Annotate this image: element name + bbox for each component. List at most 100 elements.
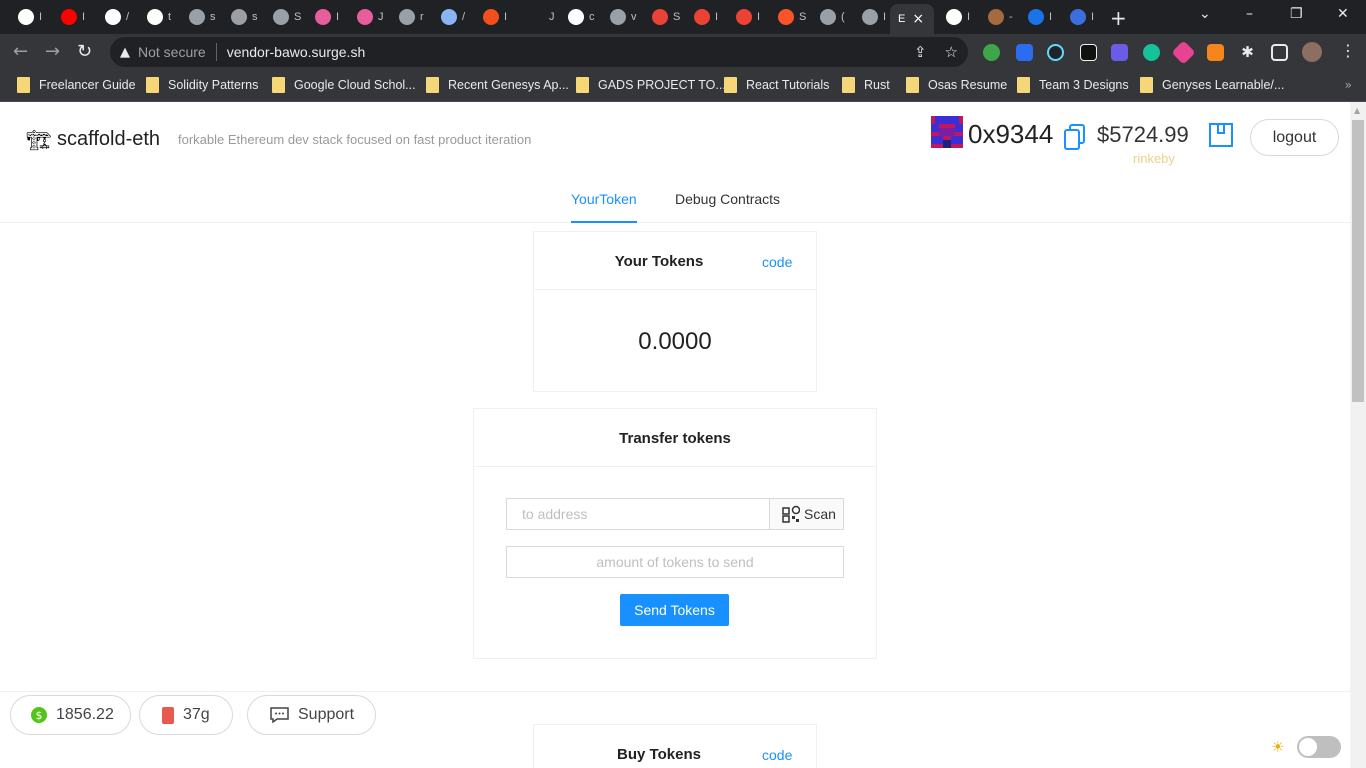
bookmark-item[interactable]: GADS PROJECT TO...	[576, 77, 726, 93]
tab-title: S	[673, 11, 681, 23]
browser-tab[interactable]: I	[854, 4, 886, 30]
browser-tab[interactable]: S	[770, 4, 806, 30]
gas-price-pill[interactable]: 37g	[139, 695, 233, 735]
browser-tab[interactable]: S	[265, 4, 301, 30]
globe-icon	[18, 9, 34, 25]
browser-tab[interactable]: S	[644, 4, 680, 30]
bookmark-item[interactable]: Solidity Patterns	[146, 77, 258, 93]
extension-green-icon[interactable]	[983, 44, 1000, 61]
scan-button[interactable]: Scan	[769, 498, 844, 530]
tab-title: I	[504, 11, 508, 23]
bookmark-item[interactable]: Genyses Learnable/...	[1140, 77, 1284, 93]
browser-tab[interactable]: s	[223, 4, 258, 30]
extensions-puzzle-icon[interactable]: ✱	[1239, 44, 1256, 61]
profile-avatar[interactable]	[1302, 42, 1322, 62]
support-button[interactable]: Support	[247, 695, 376, 735]
chrome-menu-icon[interactable]: ⋮	[1340, 41, 1356, 60]
bookmark-item[interactable]: Recent Genesys Ap...	[426, 77, 569, 93]
bookmark-item[interactable]: Freelancer Guide	[17, 77, 136, 93]
browser-tab[interactable]: I	[686, 4, 718, 30]
react-devtools-icon[interactable]	[1047, 44, 1064, 61]
page-scrollbar[interactable]: ▲	[1350, 102, 1366, 768]
tab-search-icon[interactable]: ⌄	[1199, 6, 1211, 22]
url-text[interactable]: vendor-bawo.surge.sh	[227, 44, 366, 60]
side-panel-icon[interactable]	[1271, 44, 1288, 61]
not-secure-label[interactable]: Not secure	[138, 44, 206, 60]
new-tab-button[interactable]: +	[1110, 6, 1127, 30]
folder-icon	[1017, 77, 1030, 93]
browser-tab[interactable]: c	[560, 4, 595, 30]
browser-tab[interactable]: t	[139, 4, 171, 30]
browser-tab[interactable]: I	[728, 4, 760, 30]
browser-tab[interactable]: J	[349, 4, 384, 30]
extension-a-icon[interactable]	[1080, 44, 1097, 61]
wallet-balance[interactable]: $5724.99	[1097, 122, 1189, 148]
browser-tab[interactable]: s	[181, 4, 216, 30]
browser-tab[interactable]: I	[53, 4, 85, 30]
send-tokens-button[interactable]: Send Tokens	[620, 594, 729, 626]
code-link[interactable]: code	[762, 254, 792, 270]
scroll-up-icon[interactable]: ▲	[1354, 106, 1360, 115]
close-window-button[interactable]: ✕	[1337, 6, 1349, 22]
amount-input[interactable]: amount of tokens to send	[506, 546, 844, 578]
bookmark-item[interactable]: Osas Resume	[906, 77, 1007, 93]
card-header: Transfer tokens	[474, 409, 876, 467]
browser-tab[interactable]: E ×	[890, 4, 934, 34]
bookmark-item[interactable]: Google Cloud Schol...	[272, 77, 416, 93]
extension-flag-icon[interactable]	[1016, 44, 1033, 61]
toggle-knob	[1299, 738, 1317, 756]
address-bar[interactable]: ▲ Not secure vendor-bawo.surge.sh ⇪ ☆	[110, 37, 968, 67]
app-title[interactable]: scaffold-eth	[57, 128, 160, 151]
close-tab-icon[interactable]: ×	[912, 11, 924, 27]
copy-icon[interactable]	[1064, 124, 1086, 150]
tab-title: J	[378, 11, 384, 23]
browser-tab[interactable]: J	[520, 4, 555, 30]
browser-tab[interactable]: (	[812, 4, 845, 30]
grammarly-icon[interactable]	[1143, 44, 1160, 61]
wallet-icon[interactable]	[1208, 122, 1234, 148]
share-icon[interactable]: ⇪	[914, 43, 927, 61]
tab-title: I	[883, 11, 887, 23]
tab-debug-contracts[interactable]: Debug Contracts	[675, 191, 780, 223]
folder-icon	[724, 77, 737, 93]
logout-button[interactable]: logout	[1250, 119, 1339, 156]
forward-icon[interactable]: →	[45, 41, 60, 62]
bookmark-item[interactable]: React Tutorials	[724, 77, 829, 93]
browser-tab[interactable]: -	[980, 4, 1013, 30]
browser-tab[interactable]: /	[97, 4, 129, 30]
tab-title: s	[210, 11, 216, 23]
bookmark-item[interactable]: Team 3 Designs	[1017, 77, 1129, 93]
browser-tab[interactable]: v	[602, 4, 637, 30]
minimize-button[interactable]: –	[1246, 6, 1253, 22]
eth-price-pill[interactable]: $ 1856.22	[10, 695, 131, 735]
reload-icon[interactable]: ↻	[77, 41, 92, 62]
your-tokens-card: Your Tokens code 0.0000	[533, 231, 817, 392]
bookmarks-overflow-icon[interactable]: »	[1345, 78, 1352, 92]
browser-tab[interactable]: I	[1020, 4, 1052, 30]
theme-toggle[interactable]	[1297, 736, 1341, 758]
browser-tab[interactable]: /	[433, 4, 465, 30]
metamask-icon[interactable]	[1207, 44, 1224, 61]
browser-tab[interactable]: I	[1062, 4, 1094, 30]
code-link[interactable]: code	[762, 747, 792, 763]
bookmark-item[interactable]: Rust	[842, 77, 890, 93]
folder-icon	[146, 77, 159, 93]
browser-tab[interactable]: r	[391, 4, 424, 30]
browser-tab[interactable]: I	[475, 4, 507, 30]
wallet-address[interactable]: 0x9344	[968, 119, 1053, 150]
browser-tab[interactable]: I	[938, 4, 970, 30]
extension-purple-icon[interactable]	[1111, 44, 1128, 61]
scroll-thumb[interactable]	[1352, 120, 1364, 402]
back-icon[interactable]: ←	[13, 41, 28, 62]
tab-title: I	[1091, 11, 1095, 23]
angular-icon	[441, 9, 457, 25]
gmail-icon	[694, 9, 710, 25]
tab-your-token[interactable]: YourToken	[571, 191, 637, 223]
browser-tab[interactable]: I	[10, 4, 42, 30]
warning-icon[interactable]: ▲	[120, 45, 130, 60]
to-address-input[interactable]: to address	[506, 498, 770, 530]
extension-color-icon[interactable]	[1171, 40, 1196, 65]
maximize-button[interactable]: ❐	[1290, 6, 1303, 22]
browser-tab[interactable]: I	[307, 4, 339, 30]
bookmark-star-icon[interactable]: ☆	[945, 43, 958, 61]
